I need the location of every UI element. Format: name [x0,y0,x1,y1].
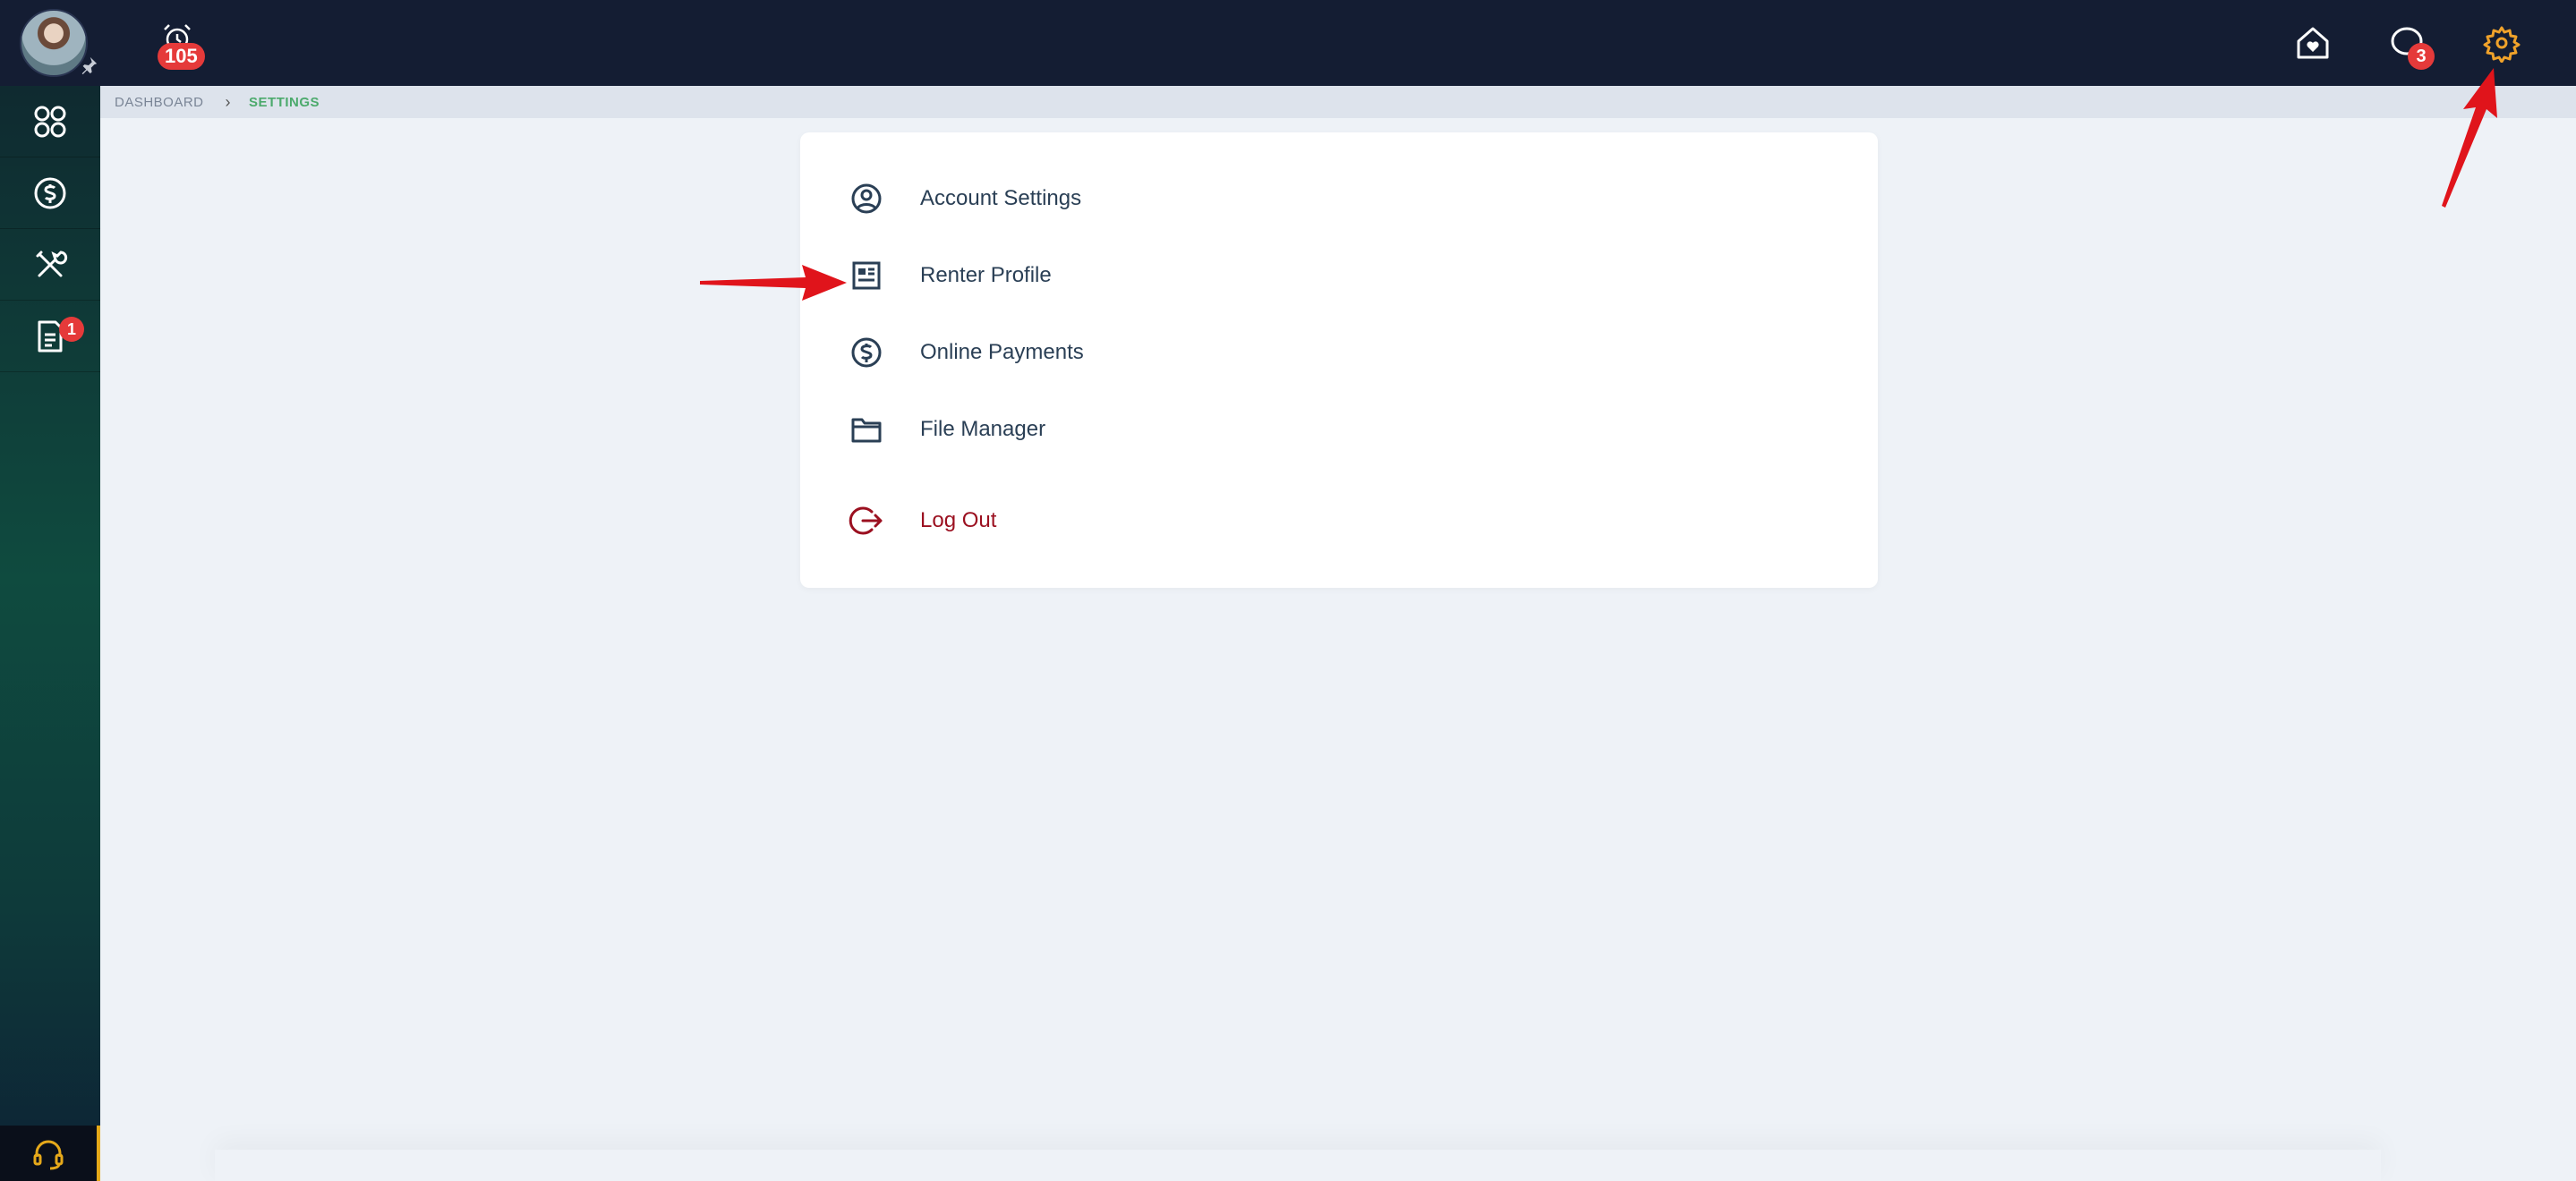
sidebar-item-payments[interactable] [0,157,100,229]
user-circle-icon [851,183,882,214]
user-avatar[interactable] [20,9,88,77]
dollar-circle-icon [851,337,882,368]
sidebar: 1 [0,86,100,1181]
headset-icon [33,1140,64,1170]
dollar-circle-icon [34,177,66,208]
menu-item-file-manager[interactable]: File Manager [800,398,1878,461]
pin-icon [81,56,98,75]
breadcrumb-dashboard[interactable]: DASHBOARD [115,95,204,110]
menu-item-account-settings[interactable]: Account Settings [800,167,1878,230]
id-card-icon [852,261,881,290]
folder-icon [851,418,882,443]
menu-item-label: Account Settings [920,186,1082,210]
chevron-right-icon: › [225,92,232,111]
menu-item-label: File Manager [920,417,1046,441]
menu-item-log-out[interactable]: Log Out [800,489,1878,552]
home-heart-icon[interactable] [2293,23,2333,63]
sidebar-item-maintenance[interactable] [0,229,100,301]
settings-menu-card: Account Settings Renter Profile Online P… [800,132,1878,588]
maintenance-tools-icon [36,250,68,276]
logout-icon [849,506,883,535]
documents-count-badge: 1 [59,317,84,342]
breadcrumb-settings: SETTINGS [249,94,320,110]
dashboard-grid-icon [34,106,66,137]
support-button[interactable] [0,1126,100,1181]
settings-gear-icon[interactable] [2482,23,2521,63]
alarm-count-badge: 105 [158,43,205,70]
sidebar-item-dashboard[interactable] [0,86,100,157]
menu-item-online-payments[interactable]: Online Payments [800,321,1878,384]
menu-item-renter-profile[interactable]: Renter Profile [800,244,1878,307]
messages-count-badge: 3 [2408,43,2435,70]
menu-item-label: Renter Profile [920,263,1052,287]
footer [215,1150,2381,1181]
menu-item-label: Log Out [920,508,997,532]
menu-item-label: Online Payments [920,340,1084,364]
top-bar: 105 3 [0,0,2576,86]
breadcrumb: DASHBOARD › SETTINGS [100,86,2576,118]
sidebar-item-documents[interactable] [0,301,100,372]
